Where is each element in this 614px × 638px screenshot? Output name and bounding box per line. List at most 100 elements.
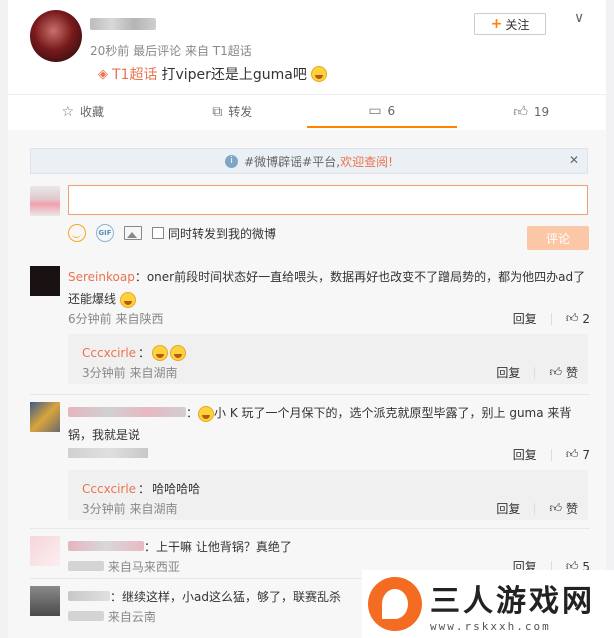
thumbs-up-icon: 👍︎ [513,104,528,120]
plus-icon: + [490,16,503,32]
thumbs-up-icon: 👍︎ [549,501,562,515]
reply-button[interactable]: 回复 [496,500,520,517]
laugh-cry-emoji-icon [152,344,169,361]
laugh-cry-emoji-icon [170,344,187,361]
commenter-name-blurred[interactable] [68,407,186,417]
commenter-avatar[interactable] [30,586,60,616]
image-upload-icon[interactable] [124,226,142,240]
comment-body: Sereinkoap：oner前段时间状态好一直给喂头，数据再好也改变不了蹭局势… [68,266,590,310]
commenter-avatar[interactable] [30,536,60,566]
like-button[interactable]: 👍︎ 19 [457,95,607,128]
like-count: 19 [533,104,550,119]
commenter-name-blurred[interactable] [68,591,110,601]
sub-like-label: 赞 [565,366,578,380]
post-action-bar: ☆ 收藏 ⧉ 转发 ▭ 6 👍︎ 19 [8,94,606,128]
star-icon: ☆ [61,103,75,120]
sub-comment-meta: 3分钟前 来自湖南 [82,366,178,380]
notice-link[interactable]: 欢迎查阅! [340,153,393,170]
reply-button[interactable]: 回复 [496,364,520,381]
sub-comment-ops: 回复 👍︎ 赞 [496,364,578,381]
divider [550,448,552,461]
reply-button[interactable]: 回复 [513,446,537,463]
follow-label: 关注 [505,17,530,32]
comment-location: 来自云南 [107,610,156,624]
sub-comment-text: 哈哈哈哈 [152,482,201,496]
post-meta: 20秒前 最后评论 来自 T1超话 [90,42,252,59]
post-source[interactable]: 来自 T1超话 [185,44,252,58]
gif-icon[interactable]: GIF [96,224,114,242]
commenter-name[interactable]: Sereinkoap [68,270,135,284]
comment-meta: 来自马来西亚 [68,558,180,575]
comment-section: i #微博辟谣#平台, 欢迎查阅! ✕ GIF 同时转发到我的微博 评论 Ser… [8,130,606,638]
sub-comment: Cccxcirle ： 哈哈哈哈 3分钟前 来自湖南 回复 👍︎ 赞 [68,470,588,520]
comment-time-blurred [68,561,104,571]
comment-like-button[interactable]: 👍︎ 2 [566,311,590,326]
rumor-notice-bar: i #微博辟谣#平台, 欢迎查阅! ✕ [30,148,588,174]
sub-comment-colon: ： [138,482,151,496]
repost-icon: ⧉ [212,103,223,120]
sub-commenter-name[interactable]: Cccxcirle [82,346,136,360]
follow-button[interactable]: + 关注 [474,13,546,35]
supertopic-link[interactable]: T1超话 [112,64,157,84]
collect-button[interactable]: ☆ 收藏 [8,95,158,128]
sub-comment-body: Cccxcirle ： 哈哈哈哈 [82,480,200,497]
comment-time-blurred [68,611,104,621]
commenter-avatar[interactable] [30,402,60,432]
comment-ops: 回复 👍︎ 2 [513,310,590,327]
supertopic-icon: ◈ [98,66,108,82]
commenter-avatar[interactable] [30,266,60,296]
author-name-blurred[interactable] [90,18,156,30]
comment-meta-blurred [68,448,148,458]
repost-checkbox[interactable] [152,227,164,239]
submit-comment-button[interactable]: 评论 [527,226,589,250]
divider [550,312,552,325]
comment-colon: ： [110,590,123,604]
post-last-comment: 最后评论 [133,44,182,58]
comment-meta: 来自云南 [68,608,156,625]
comment-colon: ： [134,270,147,284]
post-text: 打viper还是上guma吧 [161,67,307,83]
author-avatar[interactable] [30,10,82,62]
collect-label: 收藏 [80,105,105,119]
watermark-title: 三人游戏网 [430,583,595,619]
emoji-picker-icon[interactable] [68,224,86,242]
post-time[interactable]: 20秒前 [90,44,129,58]
commenter-name-blurred[interactable] [68,541,144,551]
comment-divider [30,394,590,395]
sub-comment-meta: 3分钟前 来自湖南 [82,502,178,516]
sub-comment-body: Cccxcirle ： [82,344,187,361]
comment-like-count: 7 [582,447,590,462]
thumbs-up-icon: 👍︎ [565,447,579,461]
comment-like-count: 2 [582,311,590,326]
watermark-text: 三人游戏网 www.rskxxh.com [430,576,595,633]
repost-label: 转发 [228,105,253,119]
laugh-cry-emoji-icon [310,66,327,82]
comment-text: 上干嘛 让他背锅？真绝了 [156,540,292,554]
sub-like-button[interactable]: 👍︎ 赞 [549,500,578,517]
my-avatar-blurred [30,186,60,216]
notice-text[interactable]: #微博辟谣#平台, [244,153,340,170]
comment-input[interactable] [68,185,588,215]
comment-ops: 回复 👍︎ 7 [513,446,590,463]
comment-colon: ： [186,406,199,420]
comment-button[interactable]: ▭ 6 [307,95,457,128]
repost-button[interactable]: ⧉ 转发 [158,95,308,128]
weibo-post-card: 20秒前 最后评论 来自 T1超话 ◈ T1超话 打viper还是上guma吧 … [8,0,606,638]
comment-location: 来自马来西亚 [107,560,180,574]
sub-commenter-name[interactable]: Cccxcirle [82,482,136,496]
divider [534,502,536,515]
chevron-down-icon[interactable]: ∨ [574,10,584,26]
comment-divider [30,528,590,529]
close-icon[interactable]: ✕ [569,153,579,167]
site-watermark: 三人游戏网 www.rskxxh.com [362,570,614,638]
reply-button[interactable]: 回复 [513,310,537,327]
sub-like-button[interactable]: 👍︎ 赞 [549,364,578,381]
comment-like-button[interactable]: 👍︎ 7 [566,447,590,462]
repost-checkbox-label: 同时转发到我的微博 [168,226,277,241]
sub-comment: Cccxcirle ： 3分钟前 来自湖南 回复 👍︎ 赞 [68,334,588,384]
comment-meta: 6分钟前 来自陕西 [68,312,164,326]
laugh-cry-emoji-icon [119,291,136,308]
laugh-cry-emoji-icon [198,405,215,422]
sub-comment-colon: ： [138,346,151,360]
comment-icon: ▭ [368,102,382,119]
